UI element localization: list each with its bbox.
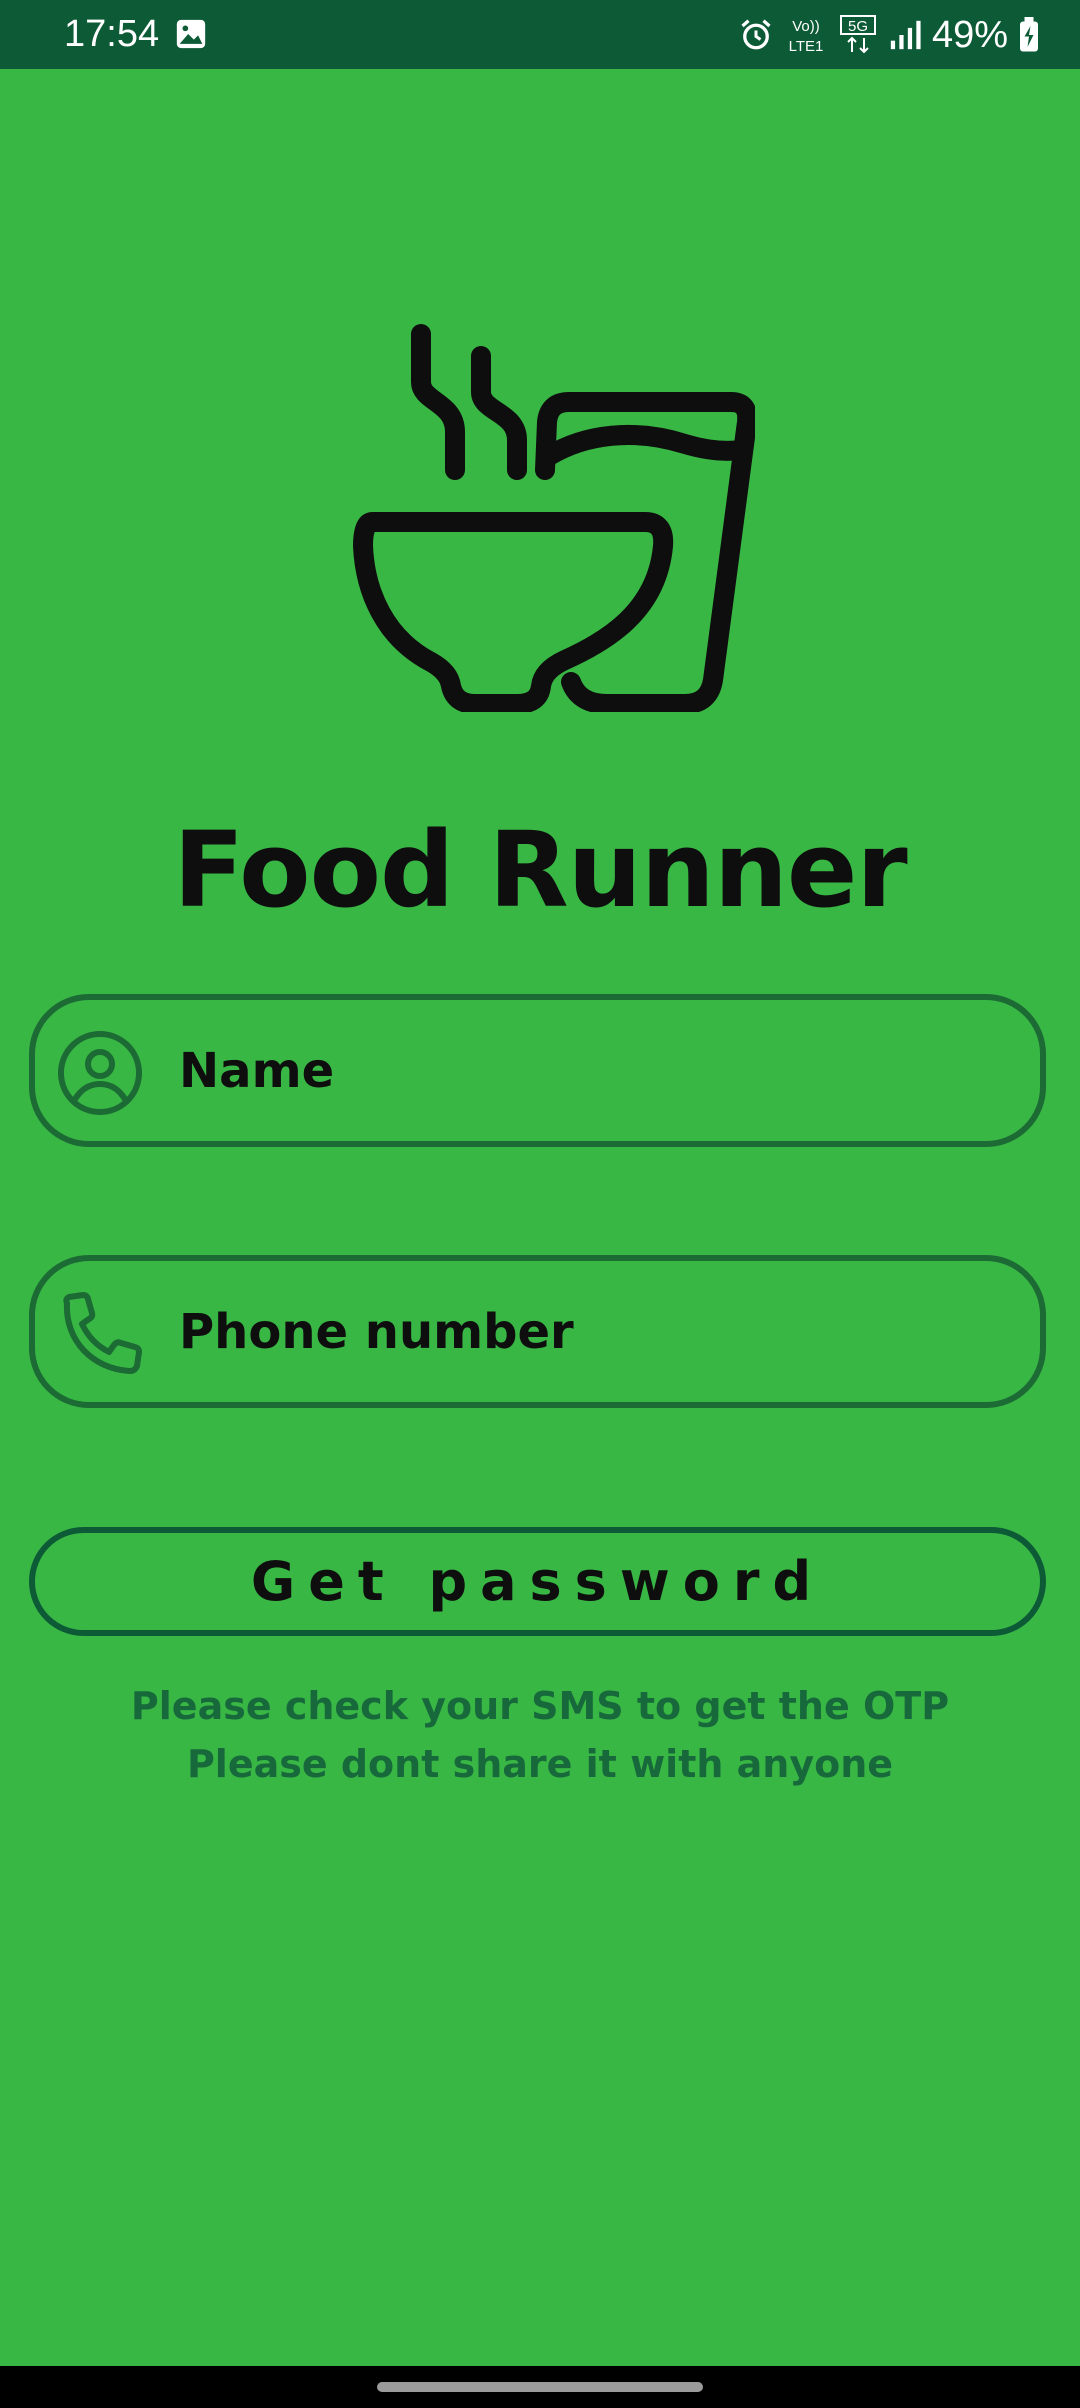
otp-hint-line2: Please dont share it with anyone — [186, 1742, 894, 1786]
signal-icon — [890, 20, 921, 50]
status-bar: 17:54 Vo)) LTE1 5G 49% — [0, 0, 1080, 69]
status-icons: Vo)) LTE1 5G 49% — [738, 10, 1040, 60]
navigation-bar — [0, 2366, 1080, 2408]
name-field[interactable] — [29, 994, 1046, 1147]
gallery-icon — [176, 19, 206, 49]
lte-label: LTE1 — [789, 38, 824, 55]
name-input[interactable] — [177, 1020, 1021, 1122]
status-time: 17:54 — [64, 13, 160, 55]
5g-icon: 5G — [839, 15, 876, 54]
otp-hint-line1: Please check your SMS to get the OTP — [130, 1684, 950, 1728]
battery-charging-icon — [1020, 17, 1038, 52]
phone-field[interactable] — [29, 1255, 1046, 1408]
app-title: Food Runner — [173, 809, 907, 931]
volte-label: Vo)) — [792, 18, 820, 35]
phone-icon — [63, 1292, 142, 1374]
network-label: 5G — [848, 18, 868, 35]
phone-input[interactable] — [177, 1281, 1021, 1383]
bowl-and-glass-icon — [353, 324, 755, 712]
user-circle-icon — [58, 1031, 142, 1115]
alarm-icon — [741, 19, 771, 50]
volte-icon: Vo)) LTE1 — [789, 18, 824, 55]
battery-percent: 49% — [931, 14, 1008, 56]
get-password-button[interactable]: Get password — [29, 1527, 1046, 1636]
home-gesture-handle[interactable] — [377, 2382, 703, 2392]
